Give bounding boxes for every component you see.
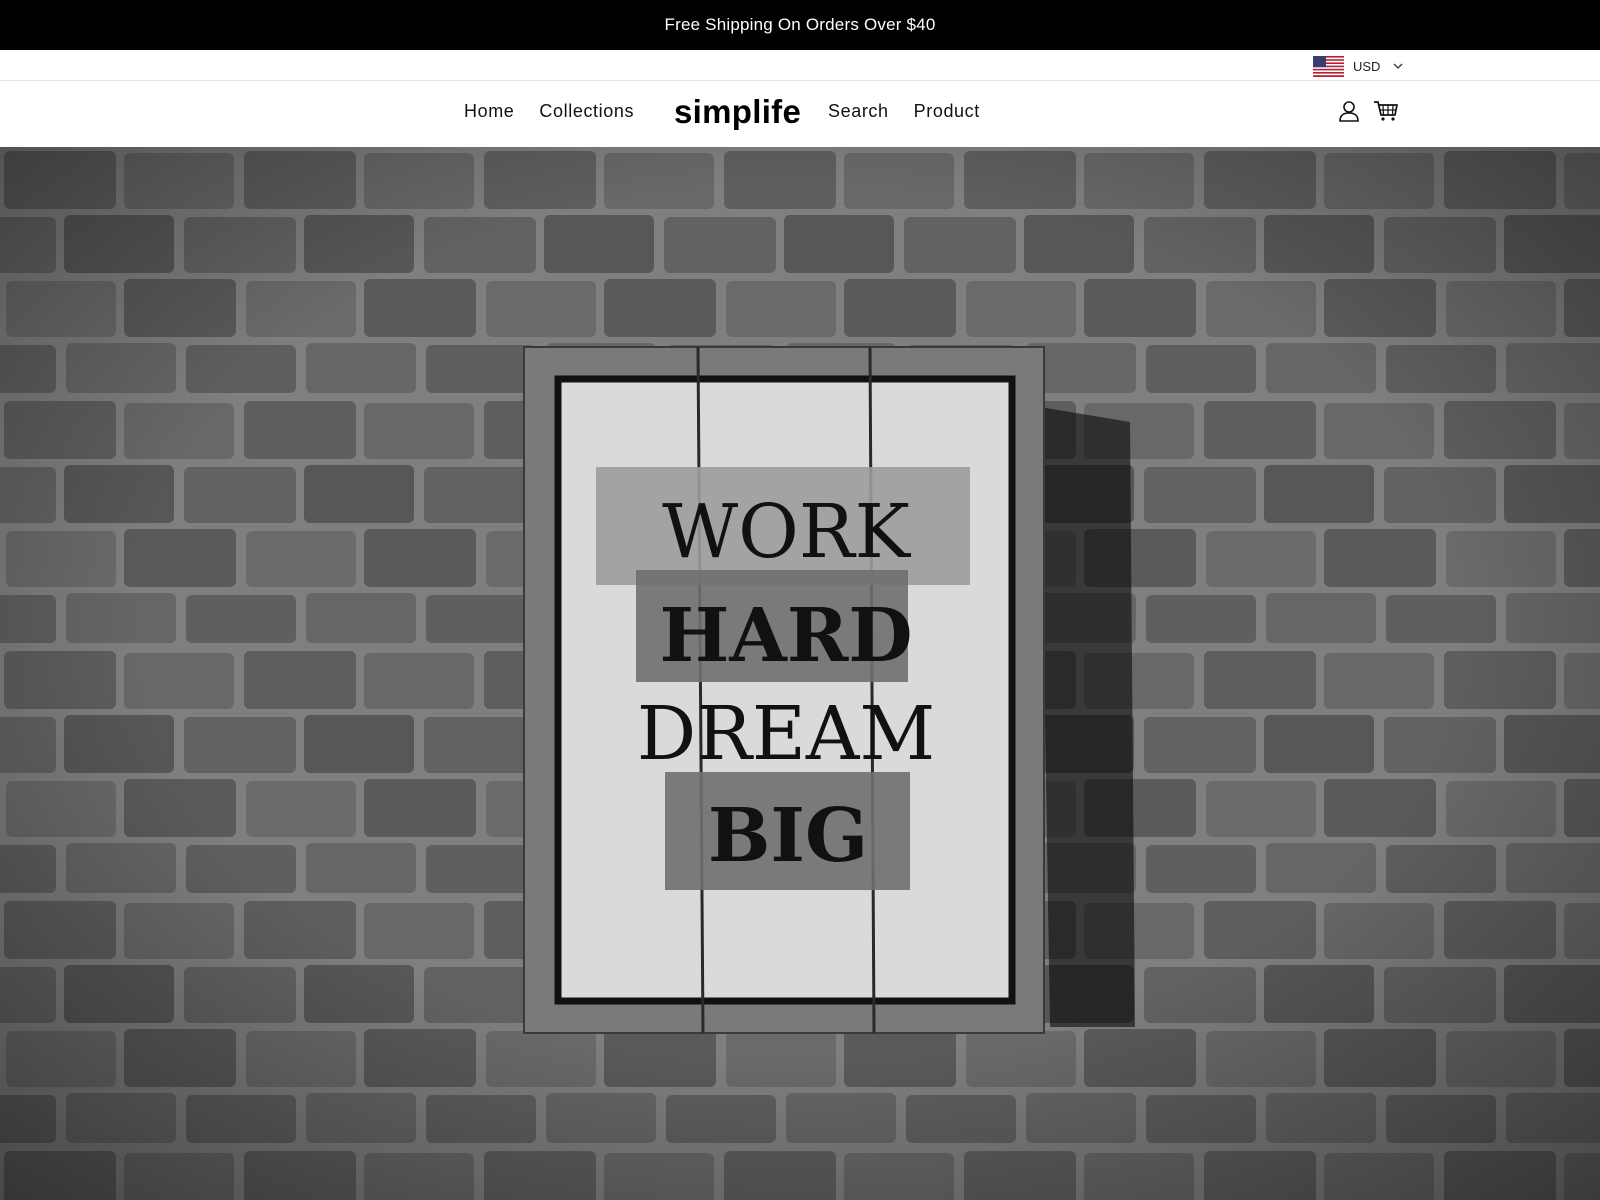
brand-logo[interactable]: simplife [674,93,801,131]
currency-code: USD [1353,58,1381,74]
currency-selector[interactable]: USD [1313,54,1403,78]
nav-link-home[interactable]: Home [464,101,514,122]
sign-line-4: BIG [708,793,868,879]
account-icon [1339,101,1359,122]
hero-banner[interactable]: WORK HARD DREAM BIG [0,147,1600,1200]
cart-button[interactable] [1373,98,1399,124]
nav-link-collections[interactable]: Collections [539,101,634,122]
motivational-sign: WORK HARD DREAM BIG [523,346,1045,1034]
sign-line-1: WORK [662,489,911,575]
announcement-text: Free Shipping On Orders Over $40 [664,15,936,34]
account-button[interactable] [1336,98,1362,124]
nav-link-product[interactable]: Product [914,101,980,122]
cart-icon [1374,101,1398,121]
sign-line-3: DREAM [637,691,935,777]
header-icons [1336,98,1399,124]
currency-bar: USD [0,50,1600,81]
site-header: Home Collections simplife Search Product [0,81,1600,147]
nav-link-search[interactable]: Search [828,101,889,122]
chevron-down-icon [1393,63,1403,69]
nav-left: Home Collections [464,101,634,122]
sign-line-2: HARD [659,593,912,679]
nav-right: Search Product [828,101,980,122]
announcement-bar: Free Shipping On Orders Over $40 [0,0,1600,50]
hero-image: WORK HARD DREAM BIG [0,147,1600,1200]
us-flag-icon [1313,55,1344,77]
